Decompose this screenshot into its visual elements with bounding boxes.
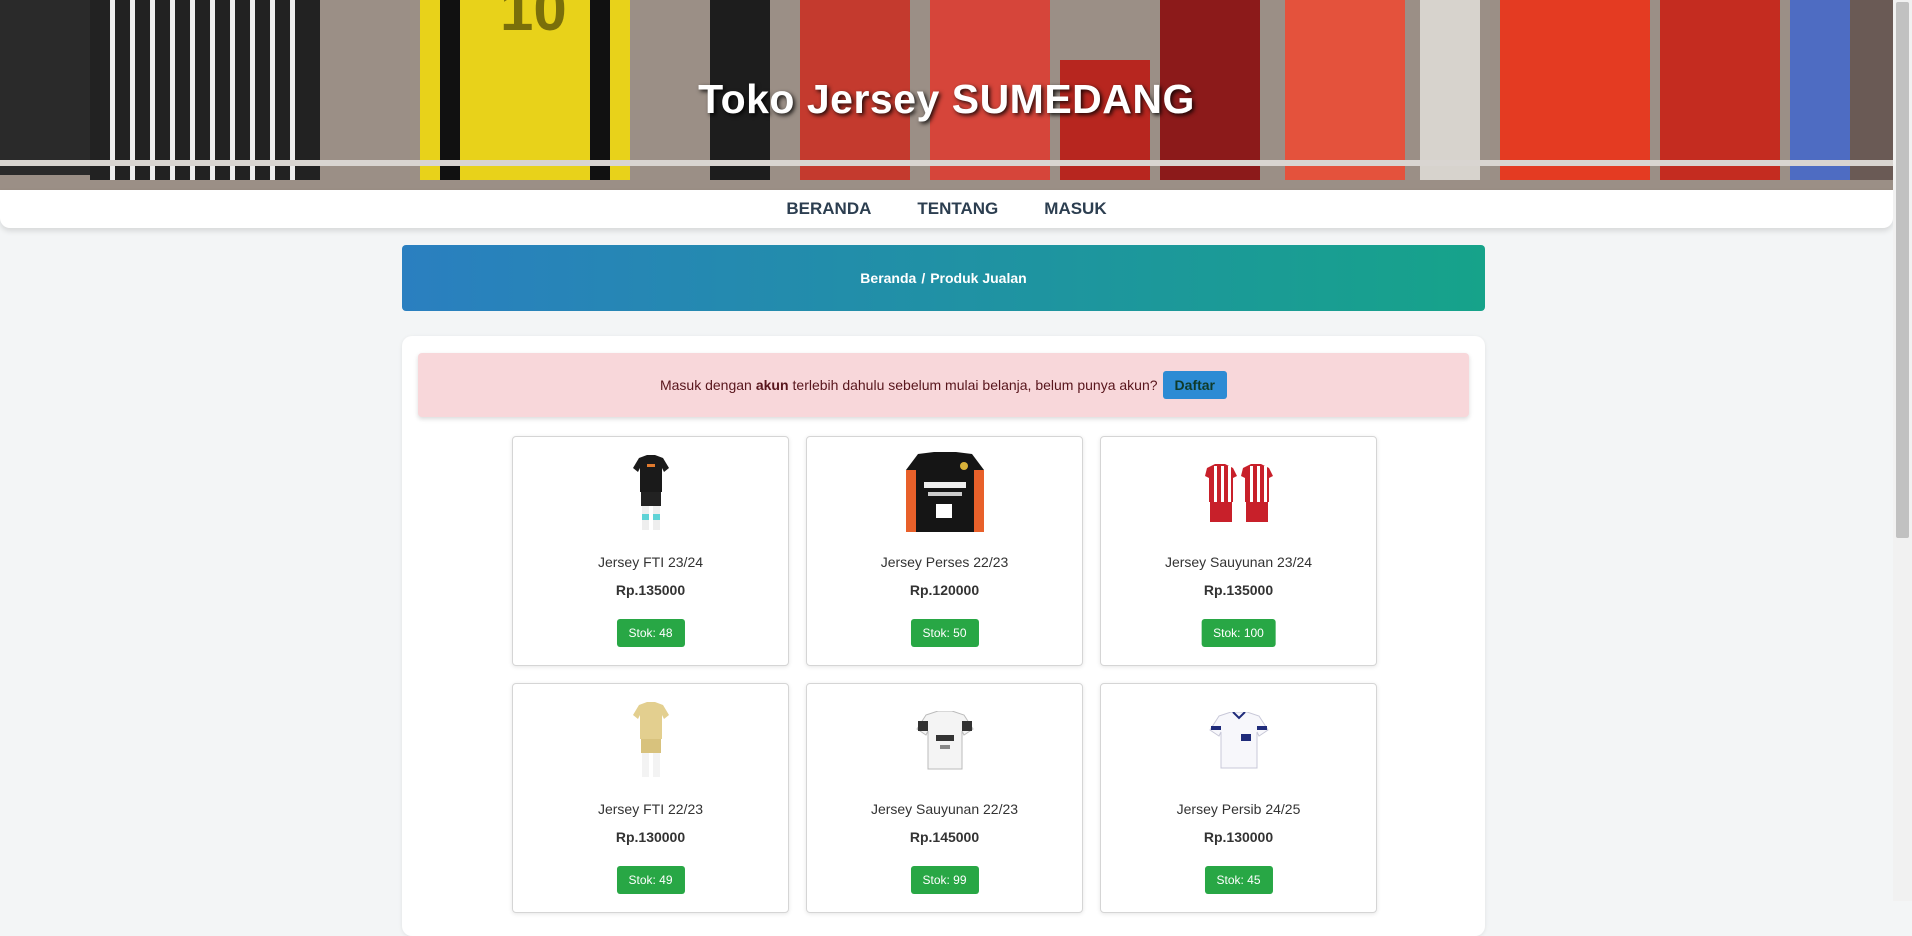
main-nav: BERANDA TENTANG MASUK (0, 190, 1893, 228)
nav-masuk[interactable]: MASUK (1044, 199, 1106, 219)
site-title: Toko Jersey SUMEDANG (698, 76, 1195, 122)
breadcrumb-home[interactable]: Beranda (860, 270, 916, 286)
stock-badge[interactable]: Stok: 99 (910, 866, 979, 894)
breadcrumb-current: Produk Jualan (930, 270, 1027, 286)
stock-badge[interactable]: Stok: 49 (616, 866, 685, 894)
product-price: Rp.130000 (1203, 829, 1274, 845)
product-card[interactable]: Jersey Sauyunan 23/24 Rp.135000 Stok: 10… (1100, 436, 1377, 666)
alert-bold: akun (755, 377, 789, 393)
stock-badge[interactable]: Stok: 45 (1204, 866, 1273, 894)
product-card[interactable]: Jersey FTI 22/23 Rp.130000 Stok: 49 (512, 683, 789, 913)
black-orange-shirt-icon (905, 452, 984, 532)
product-price: Rp.130000 (615, 829, 686, 845)
hero-banner: 10 Toko Jersey SUMEDANG (0, 0, 1893, 190)
product-name: Jersey Sauyunan 23/24 (1164, 554, 1313, 570)
product-price: Rp.120000 (909, 582, 980, 598)
svg-text:10: 10 (500, 0, 567, 43)
product-name: Jersey Sauyunan 22/23 (870, 801, 1019, 817)
red-white-kit-icon (1204, 464, 1273, 522)
stock-badge[interactable]: Stok: 50 (910, 619, 979, 647)
product-price: Rp.145000 (909, 829, 980, 845)
product-name: Jersey Perses 22/23 (880, 554, 1009, 570)
login-alert: Masuk dengan akun terlebih dahulu sebelu… (418, 353, 1469, 417)
alert-text-before: Masuk dengan (659, 377, 752, 393)
alert-text-after: terlebih dahulu sebelum mulai belanja, b… (792, 377, 1158, 393)
stock-badge[interactable]: Stok: 100 (1201, 619, 1276, 647)
register-button[interactable]: Daftar (1162, 371, 1228, 399)
product-price: Rp.135000 (1203, 582, 1274, 598)
product-name: Jersey Persib 24/25 (1176, 801, 1301, 817)
product-card[interactable]: Jersey Persib 24/25 Rp.130000 Stok: 45 (1100, 683, 1377, 913)
product-name: Jersey FTI 23/24 (597, 554, 704, 570)
nav-tentang[interactable]: TENTANG (917, 199, 998, 219)
stock-badge[interactable]: Stok: 48 (616, 619, 685, 647)
breadcrumb-separator: / (921, 270, 926, 286)
page-scrollbar[interactable] (1893, 0, 1912, 901)
product-name: Jersey FTI 22/23 (597, 801, 704, 817)
nav-beranda[interactable]: BERANDA (786, 199, 871, 219)
black-kit-icon (632, 455, 669, 530)
gold-kit-icon (632, 702, 669, 777)
product-card[interactable]: Jersey FTI 23/24 Rp.135000 Stok: 48 (512, 436, 789, 666)
product-card[interactable]: Jersey Perses 22/23 Rp.120000 Stok: 50 (806, 436, 1083, 666)
product-panel: Masuk dengan akun terlebih dahulu sebelu… (402, 336, 1485, 936)
product-card[interactable]: Jersey Sauyunan 22/23 Rp.145000 Stok: 99 (806, 683, 1083, 913)
white-shirt-icon (915, 711, 974, 770)
product-price: Rp.135000 (615, 582, 686, 598)
scrollbar-thumb[interactable] (1896, 2, 1909, 538)
product-grid: Jersey FTI 23/24 Rp.135000 Stok: 48 Jers… (512, 436, 1377, 913)
white-blue-shirt-icon (1208, 712, 1269, 769)
breadcrumb: Beranda / Produk Jualan (402, 245, 1485, 311)
